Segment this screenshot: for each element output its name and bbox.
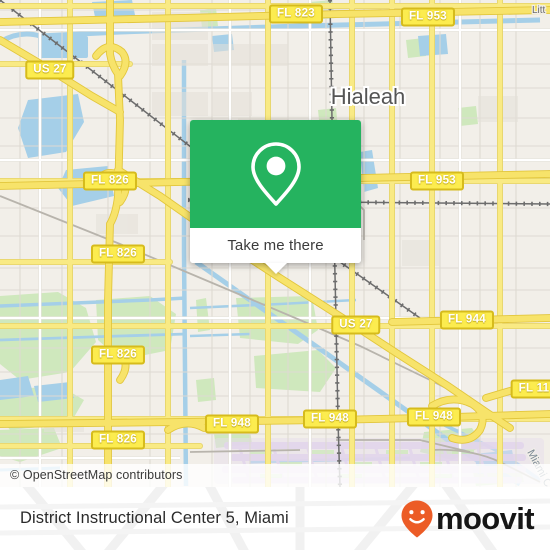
moovit-smiley-pin-icon: [401, 500, 433, 537]
popup-action-label: Take me there: [227, 237, 324, 254]
road-shield: US 27: [331, 315, 381, 335]
road-shield-label: FL 11: [518, 382, 550, 395]
moovit-location-card: .land { fill:#f2efe9; } .water { fill:#a…: [0, 0, 550, 550]
road-shield-label: US 27: [339, 318, 373, 331]
road-shield-label: FL 826: [90, 174, 130, 187]
road-shield: FL 948: [204, 414, 260, 434]
road-shield: FL 953: [409, 171, 465, 191]
city-label: Hialeah: [331, 84, 406, 109]
road-shield: FL 823: [268, 4, 324, 24]
road-shield-label: FL 826: [98, 433, 138, 446]
popup-action[interactable]: Take me there: [190, 228, 361, 274]
footer-bar: District Instructional Center 5, Miami m…: [0, 487, 550, 550]
road-shield: FL 948: [406, 407, 462, 427]
road-shield-label: FL 823: [276, 7, 316, 20]
popup-header: [190, 120, 361, 228]
road-shield: FL 826: [90, 345, 146, 365]
road-shield-label: FL 948: [310, 412, 350, 425]
location-popup[interactable]: Take me there: [190, 120, 361, 274]
moovit-logo: moovit: [400, 499, 535, 539]
popup-pointer-tail: [264, 263, 287, 274]
road-shield: FL 953: [400, 7, 456, 27]
road-shield-label: FL 953: [408, 10, 448, 23]
road-shield-label: FL 948: [212, 417, 252, 430]
road-shield-label: FL 953: [417, 174, 457, 187]
road-shield: FL 11: [510, 379, 550, 399]
road-shield-label: FL 948: [414, 410, 454, 423]
road-shield: FL 944: [439, 310, 495, 330]
map-pin-icon: [250, 142, 301, 206]
brand-name: moovit: [435, 501, 535, 536]
neighborhood-label-clipped: Litt: [532, 5, 546, 16]
road-shield: FL 826: [90, 430, 146, 450]
road-shield: FL 826: [90, 244, 146, 264]
road-shield: US 27: [25, 60, 75, 80]
road-shield-label: FL 826: [98, 348, 138, 361]
road-shield: FL 948: [302, 409, 358, 429]
road-shield-label: FL 826: [98, 247, 138, 260]
location-title: District Instructional Center 5, Miami: [20, 509, 289, 527]
road-shield-label: US 27: [33, 63, 67, 76]
road-shield-label: FL 944: [447, 313, 487, 326]
road-shield: FL 826: [82, 171, 138, 191]
map-attribution: © OpenStreetMap contributors: [0, 464, 550, 487]
